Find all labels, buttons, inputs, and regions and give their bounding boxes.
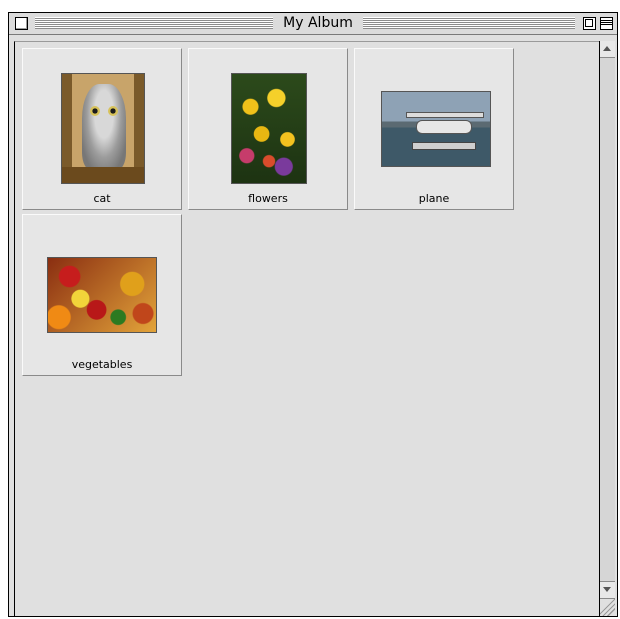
plane-float bbox=[412, 142, 476, 150]
cat-eye bbox=[108, 106, 118, 116]
album-window: My Album cat flowers plane vegetables bbox=[8, 12, 618, 617]
album-item-label: plane bbox=[418, 192, 450, 205]
plane-wing bbox=[406, 112, 484, 118]
album-item-cat[interactable]: cat bbox=[22, 48, 182, 210]
plane-fuselage bbox=[416, 120, 472, 134]
zoom-box-icon[interactable] bbox=[583, 17, 596, 30]
cat-eye bbox=[90, 106, 100, 116]
album-item-label: cat bbox=[93, 192, 111, 205]
title-bar-stripes-left bbox=[35, 17, 273, 29]
album-item-plane[interactable]: plane bbox=[354, 48, 514, 210]
cat-photo-thumbnail bbox=[61, 73, 145, 184]
album-item-flowers[interactable]: flowers bbox=[188, 48, 348, 210]
album-item-label: vegetables bbox=[71, 358, 133, 371]
scroll-down-arrow-icon[interactable] bbox=[600, 581, 615, 598]
window-title: My Album bbox=[273, 15, 363, 32]
vegetables-photo-thumbnail bbox=[47, 257, 157, 333]
resize-grip-icon[interactable] bbox=[600, 598, 615, 616]
title-bar-stripes-right bbox=[363, 17, 575, 29]
window-sill bbox=[62, 167, 144, 183]
album-item-vegetables[interactable]: vegetables bbox=[22, 214, 182, 376]
scroll-up-arrow-icon[interactable] bbox=[600, 41, 615, 58]
album-item-label: flowers bbox=[248, 192, 288, 205]
collapse-box-icon[interactable] bbox=[600, 17, 613, 30]
vertical-scrollbar[interactable] bbox=[599, 41, 615, 616]
close-box-icon[interactable] bbox=[15, 17, 28, 30]
title-bar[interactable]: My Album bbox=[9, 13, 617, 35]
album-content: cat flowers plane vegetables bbox=[14, 41, 599, 616]
plane-photo-thumbnail bbox=[381, 91, 491, 167]
cat-figure bbox=[82, 84, 126, 170]
flowers-photo-thumbnail bbox=[231, 73, 307, 184]
